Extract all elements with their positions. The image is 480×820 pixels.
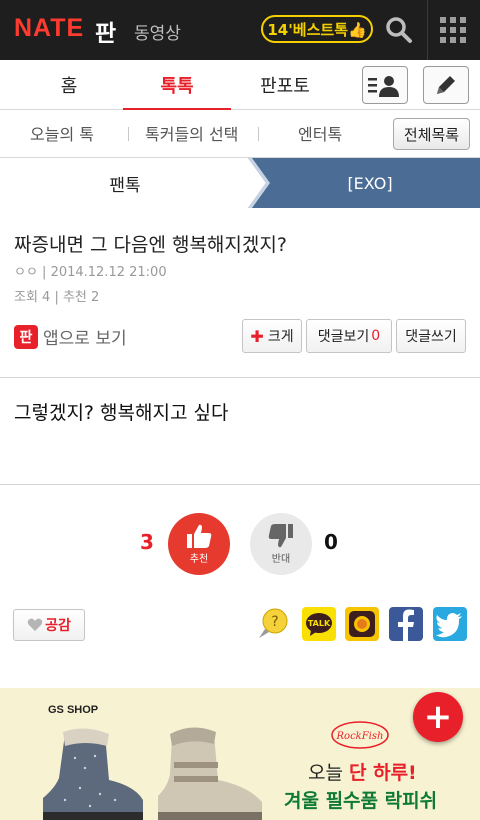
breadcrumb: 팬톡 [EXO]: [0, 158, 480, 208]
pencil-icon: [437, 76, 455, 94]
search-icon[interactable]: [383, 14, 415, 46]
pann-app-icon: 판: [14, 324, 38, 349]
advertisement-banner[interactable]: GS SHOP RockFish 오늘 단 하루! 겨울 필수품 락피쉬: [0, 688, 480, 820]
section-divider: [0, 377, 480, 378]
subnav-separator: [258, 127, 259, 141]
write-comment-button[interactable]: 댓글쓰기: [396, 319, 466, 353]
kakaotalk-icon: TALK: [306, 613, 332, 636]
section-divider: [0, 484, 480, 485]
comment-icon: ?: [259, 608, 288, 638]
main-nav: 홈 톡톡 판포토: [0, 60, 480, 111]
breadcrumb-exo[interactable]: [EXO]: [260, 158, 480, 208]
user-list-icon: [368, 76, 399, 97]
svg-text:?: ?: [271, 614, 278, 630]
facebook-icon: [398, 609, 414, 641]
oppose-label: 반대: [271, 554, 291, 565]
tab-toktok[interactable]: 톡톡: [123, 60, 231, 111]
kakaotalk-share-button[interactable]: TALK: [302, 607, 336, 641]
sub-nav: 오늘의 톡 톡커들의 선택 엔터톡 전체목록: [0, 110, 480, 158]
font-bigger-button[interactable]: ✚ 크게: [242, 319, 302, 353]
ad-subheadline: 겨울 필수품 락피쉬: [284, 790, 438, 812]
thumbs-down-icon: [268, 524, 293, 548]
all-list-button[interactable]: 전체목록: [393, 118, 470, 150]
comment-share-button[interactable]: ?: [257, 607, 291, 641]
heart-icon: [27, 618, 43, 631]
tab-pann-photo[interactable]: 판포토: [231, 60, 339, 110]
article-title: 짜증내면 그 다음엔 행복해지겠지?: [14, 234, 287, 256]
topbar-divider: [427, 0, 428, 60]
article-body: 그렇겠지? 행복해지고 싶다: [14, 402, 229, 424]
subnav-entertalk[interactable]: 엔터톡: [298, 110, 342, 156]
oppose-button[interactable]: 반대: [250, 513, 312, 575]
boot-image-right: [158, 727, 262, 820]
ad-brand-label: GS SHOP: [48, 704, 99, 716]
recommend-count: 3: [140, 530, 154, 554]
article-stats: 조회 4 | 추천 2: [14, 290, 100, 305]
boot-image-left: [43, 728, 143, 820]
oppose-count: 0: [324, 530, 338, 554]
font-bigger-label: 크게: [267, 329, 294, 345]
kakaostory-icon: [349, 611, 375, 637]
thumbs-up-icon: [187, 524, 212, 548]
facebook-share-button[interactable]: [389, 607, 423, 641]
floating-add-button[interactable]: +: [413, 692, 463, 742]
rockfish-logo: RockFish: [331, 721, 389, 749]
article-meta: ㅇㅇ | 2014.12.12 21:00: [14, 265, 167, 280]
recommend-button[interactable]: 추천: [168, 513, 230, 575]
recommend-label: 추천: [189, 554, 209, 565]
grid-menu-icon[interactable]: [440, 17, 466, 43]
subnav-talkers-choice[interactable]: 톡커들의 선택: [145, 110, 238, 156]
tab-home[interactable]: 홈: [15, 60, 123, 110]
best-talk-button[interactable]: 14'베스트톡👍: [261, 15, 373, 43]
subnav-separator: [128, 127, 129, 141]
svg-text:RockFish: RockFish: [336, 731, 384, 742]
subnav-today-talk[interactable]: 오늘의 톡: [30, 110, 94, 156]
comment-count: 0: [371, 328, 381, 344]
plus-icon: ✚: [250, 326, 264, 346]
video-link[interactable]: 동영상: [134, 19, 181, 44]
user-list-button[interactable]: [362, 66, 408, 104]
nate-logo[interactable]: NATE: [14, 14, 84, 43]
svg-text:TALK: TALK: [308, 619, 331, 628]
app-view-label: 앱으로 보기: [43, 329, 127, 349]
view-comments-label: 댓글보기: [317, 329, 370, 345]
view-comments-button[interactable]: 댓글보기 0: [306, 319, 392, 353]
twitter-icon: [436, 613, 462, 638]
empathy-button[interactable]: 공감: [13, 609, 85, 641]
app-view-link[interactable]: 판 앱으로 보기: [14, 324, 127, 349]
pann-logo[interactable]: 판: [95, 14, 116, 48]
empathy-label: 공감: [45, 618, 71, 634]
top-bar: NATE 판 동영상 14'베스트톡👍: [0, 0, 480, 60]
twitter-share-button[interactable]: [433, 607, 467, 641]
ad-headline: 오늘 단 하루!: [308, 762, 417, 784]
kakaostory-share-button[interactable]: [345, 607, 379, 641]
write-button[interactable]: [423, 66, 469, 104]
breadcrumb-fantalk[interactable]: 팬톡: [0, 158, 250, 208]
plus-icon: +: [423, 697, 453, 737]
